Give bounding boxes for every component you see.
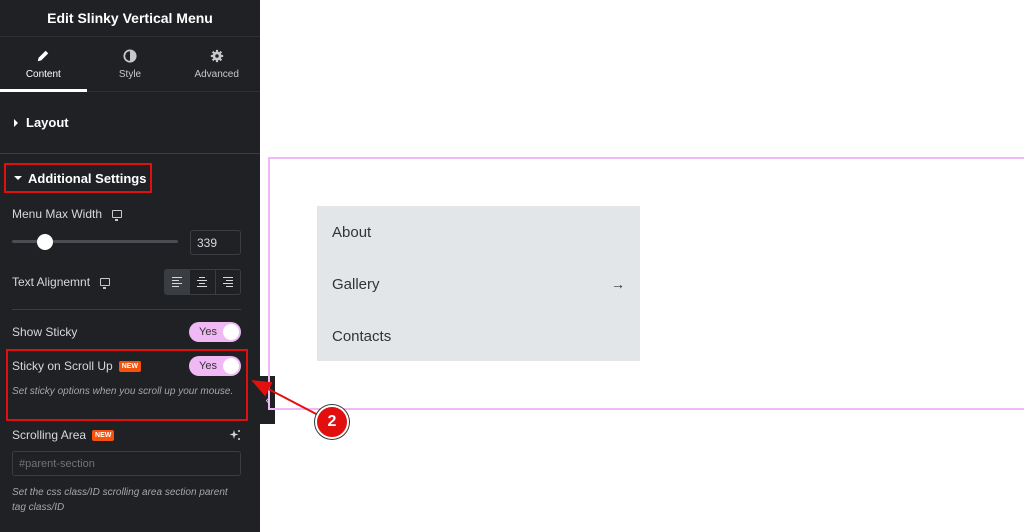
tab-label: Content <box>25 68 61 80</box>
scrolling-area-help: Set the css class/ID scrolling area sect… <box>12 487 228 513</box>
show-sticky-label: Show Sticky <box>12 325 78 339</box>
menu-item-contacts[interactable]: Contacts <box>317 310 640 362</box>
align-right-button[interactable] <box>214 270 240 294</box>
menu-max-width-label: Menu Max Width <box>12 207 123 221</box>
label-text: Scrolling Area <box>12 428 87 442</box>
toggle-knob <box>223 324 239 340</box>
tab-style[interactable]: Style <box>87 37 174 91</box>
align-right-icon <box>222 276 233 288</box>
scrolling-area-input[interactable]: #parent-section <box>12 451 241 476</box>
scrolling-area-label: Scrolling Area NEW <box>12 428 115 442</box>
text-alignment-group <box>164 269 241 295</box>
menu-item-label: Gallery <box>332 275 380 293</box>
desktop-icon[interactable] <box>112 210 123 221</box>
menu-max-width-input[interactable]: 339 <box>190 230 241 255</box>
section-additional-settings[interactable]: Additional Settings <box>4 163 152 193</box>
sticky-scroll-up-help: Set sticky options when you scroll up yo… <box>12 386 234 397</box>
desktop-icon[interactable] <box>100 278 111 289</box>
panel-tabs: Content Style Advanced <box>0 37 260 92</box>
label-text: Text Alignemnt <box>12 275 91 289</box>
slinky-vertical-menu: About Gallery → Contacts <box>317 206 640 361</box>
show-sticky-toggle[interactable]: Yes <box>189 322 241 342</box>
menu-item-about[interactable]: About <box>317 206 640 258</box>
new-badge: NEW <box>92 429 115 441</box>
pencil-icon <box>38 50 49 61</box>
ai-sparkle-icon[interactable] <box>229 429 241 441</box>
label-text: Menu Max Width <box>12 207 103 221</box>
section-label: Additional Settings <box>28 170 147 186</box>
label-text: Sticky on Scroll Up <box>12 359 113 373</box>
align-center-button[interactable] <box>189 270 214 294</box>
gear-icon <box>210 49 223 62</box>
text-alignment-label: Text Alignemnt <box>12 275 111 289</box>
contrast-icon <box>123 48 137 63</box>
sticky-scroll-up-label: Sticky on Scroll Up NEW <box>12 359 142 373</box>
caret-right-icon <box>14 118 18 127</box>
section-layout[interactable]: Layout <box>0 92 260 154</box>
align-left-icon <box>172 276 183 288</box>
menu-item-gallery[interactable]: Gallery → <box>317 258 640 310</box>
tab-label: Advanced <box>194 68 239 80</box>
tab-advanced[interactable]: Advanced <box>173 37 260 91</box>
toggle-label: Yes <box>199 326 217 338</box>
panel-title: Edit Slinky Vertical Menu <box>0 0 260 37</box>
sticky-scroll-up-toggle[interactable]: Yes <box>189 356 241 376</box>
caret-down-icon <box>14 176 22 180</box>
menu-item-label: About <box>332 223 372 241</box>
toggle-label: Yes <box>199 360 217 372</box>
section-label: Layout <box>26 115 69 130</box>
toggle-knob <box>223 358 239 374</box>
tab-content[interactable]: Content <box>0 37 87 92</box>
new-badge: NEW <box>118 360 142 372</box>
arrow-right-icon[interactable]: → <box>611 276 625 292</box>
editor-panel: Edit Slinky Vertical Menu Content Style … <box>0 0 260 532</box>
align-center-icon <box>197 276 208 288</box>
menu-item-label: Contacts <box>332 327 392 345</box>
align-left-button[interactable] <box>165 270 190 294</box>
slider-handle[interactable] <box>37 234 54 250</box>
divider <box>12 309 241 310</box>
step-callout: 2 <box>315 405 349 439</box>
tab-label: Style <box>118 68 142 80</box>
